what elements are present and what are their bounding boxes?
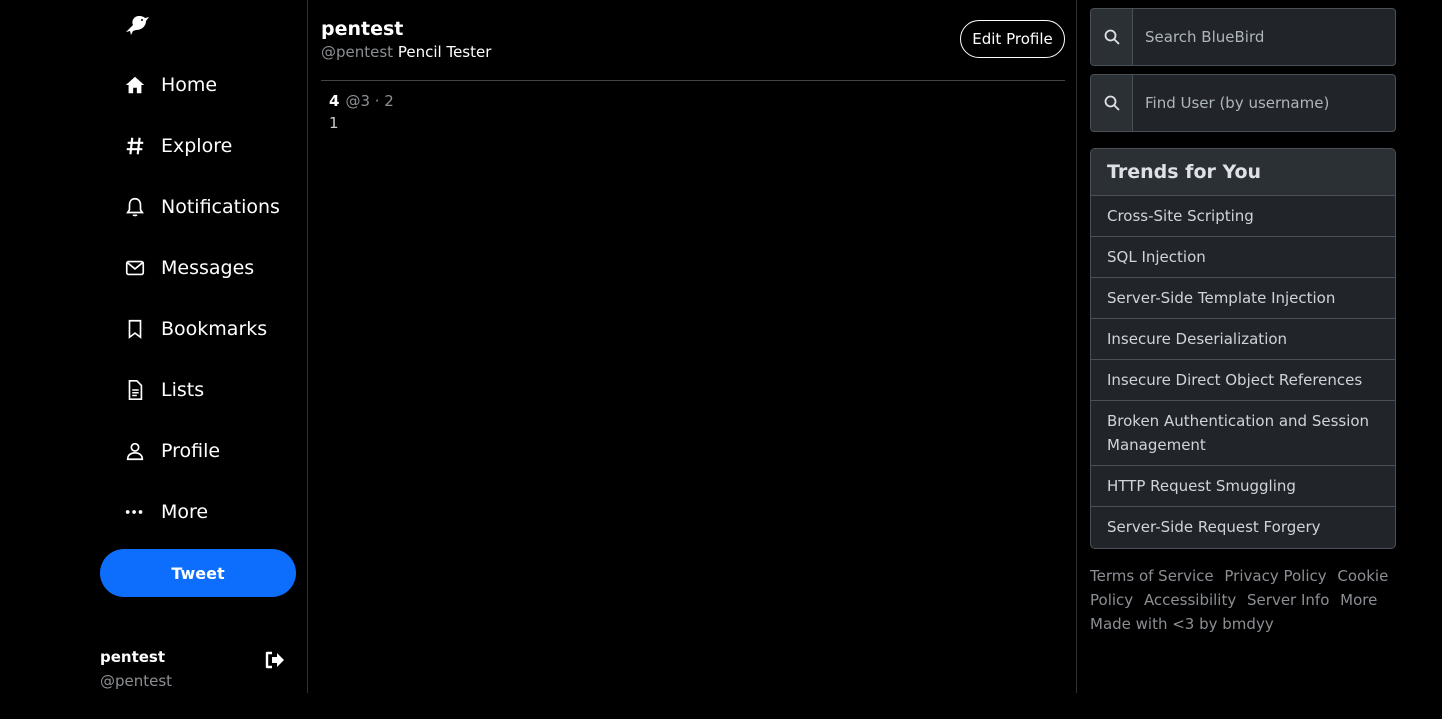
current-user-name: pentest — [100, 648, 166, 666]
footer-credit: Made with <3 by bmdyy — [1090, 615, 1274, 633]
trend-item[interactable]: Insecure Direct Object References — [1091, 360, 1395, 401]
trend-item[interactable]: Insecure Deserialization — [1091, 319, 1395, 360]
trend-item[interactable]: Broken Authentication and Session Manage… — [1091, 401, 1395, 466]
search-input[interactable] — [1133, 9, 1395, 65]
footer-link-privacy[interactable]: Privacy Policy — [1224, 567, 1326, 585]
main-content: pentest @pentest Pencil Tester Edit Prof… — [309, 0, 1077, 693]
nav-notifications[interactable]: Notifications — [120, 185, 300, 229]
nav-label: Notifications — [161, 196, 280, 218]
nav-home[interactable]: Home — [120, 63, 300, 107]
trends-title: Trends for You — [1091, 149, 1395, 196]
trend-item[interactable]: Cross-Site Scripting — [1091, 196, 1395, 237]
trend-item[interactable]: Server-Side Template Injection — [1091, 278, 1395, 319]
divider — [321, 80, 1065, 81]
trends-panel: Trends for You Cross-Site Scripting SQL … — [1090, 148, 1396, 549]
tweet-header: 4 @3 · 2 — [329, 91, 1049, 111]
profile-handle: @pentest — [321, 43, 394, 61]
nav-lists[interactable]: Lists — [120, 368, 300, 412]
nav-label: Home — [161, 74, 218, 96]
search-icon — [1091, 9, 1133, 65]
tweet-meta: @3 · 2 — [345, 92, 394, 110]
document-icon — [120, 378, 152, 402]
nav-more[interactable]: More — [120, 490, 300, 534]
nav-label: Profile — [161, 440, 221, 462]
sidebar: Home Explore Notifications Messages Book — [0, 0, 308, 693]
footer-link-more[interactable]: More — [1340, 591, 1377, 609]
nav-label: Messages — [161, 257, 255, 279]
current-user-handle: @pentest — [100, 672, 173, 690]
nav-messages[interactable]: Messages — [120, 246, 300, 290]
trend-item[interactable]: Server-Side Request Forgery — [1091, 507, 1395, 548]
nav-label: Lists — [161, 379, 205, 401]
footer-link-server-info[interactable]: Server Info — [1247, 591, 1329, 609]
tweet-author[interactable]: 4 — [329, 92, 339, 110]
profile-subtitle: @pentest Pencil Tester — [321, 43, 491, 61]
more-dots-icon — [120, 500, 152, 524]
hash-icon — [120, 134, 152, 158]
bird-icon[interactable] — [123, 12, 151, 36]
logout-icon[interactable] — [264, 650, 286, 670]
person-icon — [120, 439, 152, 463]
nav-label: More — [161, 501, 209, 523]
search-bluebird — [1090, 8, 1396, 66]
profile-name: pentest — [321, 18, 404, 40]
home-icon — [120, 73, 152, 97]
footer: Terms of Service Privacy Policy Cookie P… — [1090, 564, 1390, 636]
bookmark-icon — [120, 317, 152, 341]
find-user — [1090, 74, 1396, 132]
tweet-body: 1 — [329, 114, 339, 132]
trend-item[interactable]: SQL Injection — [1091, 237, 1395, 278]
nav-profile[interactable]: Profile — [120, 429, 300, 473]
footer-link-terms[interactable]: Terms of Service — [1090, 567, 1214, 585]
tweet-button[interactable]: Tweet — [100, 549, 296, 597]
footer-link-accessibility[interactable]: Accessibility — [1144, 591, 1236, 609]
app-layout: Home Explore Notifications Messages Book — [0, 0, 1442, 719]
profile-display-name: Pencil Tester — [397, 43, 492, 61]
edit-profile-button[interactable]: Edit Profile — [960, 20, 1065, 58]
search-icon — [1091, 75, 1133, 131]
trend-item[interactable]: HTTP Request Smuggling — [1091, 466, 1395, 507]
tweet-item[interactable]: 4 @3 · 2 1 — [329, 91, 1049, 135]
find-user-input[interactable] — [1133, 75, 1395, 131]
envelope-icon — [120, 256, 152, 280]
bell-icon — [120, 195, 152, 219]
nav-label: Explore — [161, 135, 233, 157]
nav-label: Bookmarks — [161, 318, 268, 340]
nav-bookmarks[interactable]: Bookmarks — [120, 307, 300, 351]
nav-explore[interactable]: Explore — [120, 124, 300, 168]
footer-links: Terms of Service Privacy Policy Cookie P… — [1090, 564, 1390, 612]
